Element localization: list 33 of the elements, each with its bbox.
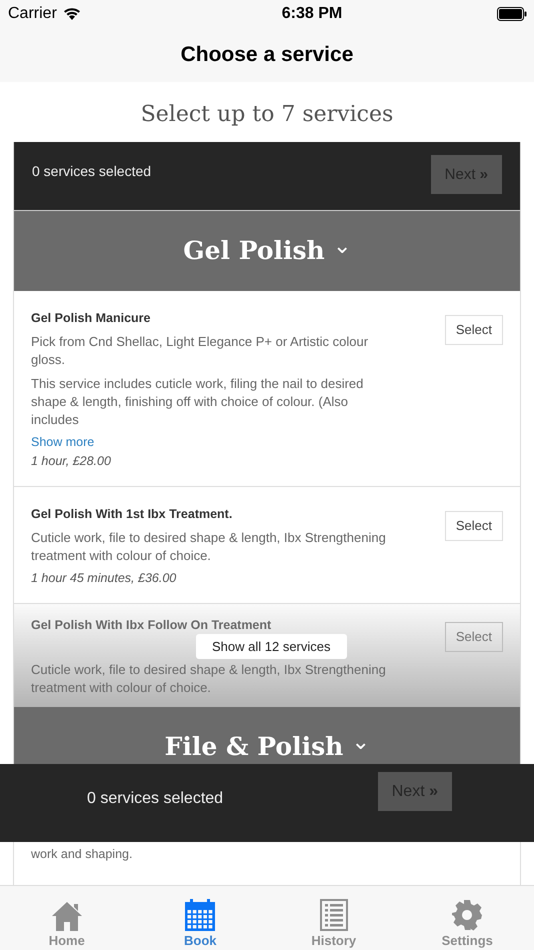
selection-count: 0 services selected — [32, 162, 152, 179]
section-header[interactable]: Gel Polish ⌄ — [14, 210, 520, 291]
service-description: Cuticle work, file to desired shape & length, Ibx Strengthening treatment with colour of choice. — [31, 660, 387, 697]
show-all-button[interactable]: Show all 12 services — [196, 634, 346, 659]
service-duration: 1 hour, £28.00 — [31, 454, 112, 468]
tab-item[interactable]: Book — [134, 886, 267, 950]
list-icon — [320, 898, 348, 931]
show-more-link[interactable]: Show more — [31, 434, 94, 449]
service-description: This service includes cuticle work, filing the nail to desired shape & length, finishing off with choice of colour. (Also includes — [31, 374, 364, 429]
status-time: 6:38 PM — [282, 4, 342, 23]
tab-item[interactable]: Settings — [400, 886, 534, 950]
service-duration: 1 hour 45 minutes, £36.00 — [31, 570, 178, 585]
service-name: Gel Polish Manicure — [31, 310, 152, 325]
wifi-icon — [62, 7, 81, 20]
service-description: Cuticle work, file to desired shape & length, Ibx Strengthening treatment with colour of choice. — [31, 528, 387, 565]
service-name: Gel Polish With Ibx Follow On Treatment — [31, 618, 272, 632]
carrier-label: Carrier — [8, 4, 57, 23]
select-button[interactable]: Select — [444, 510, 503, 541]
service-description: work and shaping. — [31, 847, 132, 862]
select-button[interactable]: Select — [444, 622, 503, 652]
nav-title: Choose a service — [180, 42, 354, 67]
service-name: Gel Polish With 1st Ibx Treatment. — [31, 506, 234, 521]
select-button[interactable]: Select — [444, 314, 503, 345]
page-heading: Select up to 7 services — [140, 100, 394, 129]
service-description: Pick from Cnd Shellac, Light Elegance P+ or Artistic colour gloss. — [31, 332, 370, 369]
tab-item[interactable]: History — [267, 886, 400, 950]
section-header[interactable]: File & Polish ⌄ — [14, 706, 520, 764]
calendar-icon — [185, 898, 216, 931]
home-icon — [50, 900, 83, 931]
battery-icon — [496, 6, 528, 21]
tab-item[interactable]: Home — [0, 886, 134, 950]
settings-icon — [451, 898, 484, 931]
selection-count: 0 services selected — [87, 790, 224, 808]
